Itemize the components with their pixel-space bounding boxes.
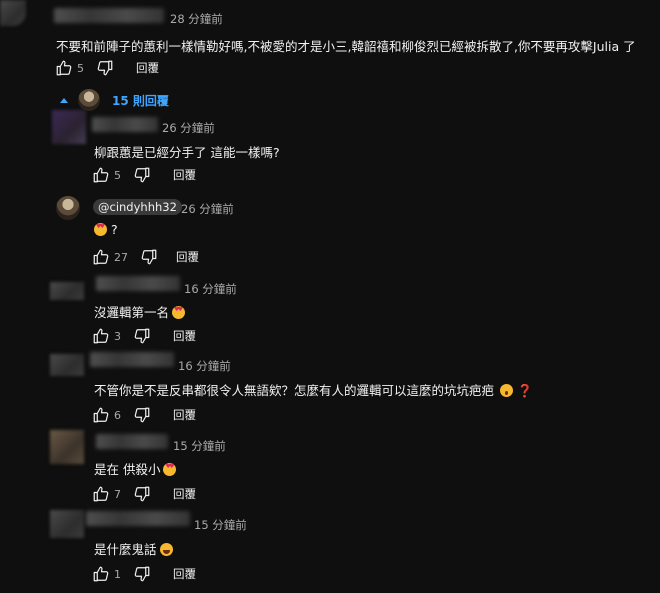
comment-text: 沒邏輯第一名 — [94, 302, 186, 321]
comment-time[interactable]: 16 分鐘前 — [178, 358, 231, 374]
author-name[interactable] — [90, 352, 174, 367]
dislike-icon[interactable] — [133, 166, 151, 184]
comment-time[interactable]: 16 分鐘前 — [184, 281, 237, 297]
like-count: 5 — [77, 61, 84, 75]
like-icon[interactable] — [92, 327, 110, 345]
avatar[interactable] — [52, 110, 86, 144]
like-icon[interactable] — [92, 485, 110, 503]
like-count: 7 — [114, 487, 121, 501]
avatar[interactable] — [50, 354, 84, 376]
heart-eyes-emoji — [94, 223, 107, 236]
reply-button[interactable]: 回覆 — [173, 566, 196, 582]
dislike-icon[interactable] — [96, 59, 114, 77]
reply-button[interactable]: 回覆 — [173, 328, 196, 344]
comment-text: 柳跟蕙是已經分手了 這能一樣嗎? — [94, 145, 280, 160]
like-icon[interactable] — [92, 406, 110, 424]
comment-text: 是什麼鬼話 — [94, 539, 173, 558]
comment-actions: 27 回覆 — [92, 246, 199, 268]
dislike-icon[interactable] — [133, 485, 151, 503]
like-count: 3 — [114, 329, 121, 343]
avatar[interactable] — [56, 196, 80, 220]
like-icon[interactable] — [92, 248, 110, 266]
like-count: 1 — [114, 567, 121, 581]
avatar[interactable] — [50, 430, 84, 464]
heart-eyes-emoji — [163, 463, 177, 476]
avatar[interactable] — [50, 510, 84, 538]
reply-button[interactable]: 回覆 — [176, 249, 199, 265]
comment-text: 是在 供殺小 — [94, 459, 177, 478]
author-name[interactable] — [96, 276, 180, 291]
dislike-icon[interactable] — [140, 248, 158, 266]
comment-time[interactable]: 15 分鐘前 — [194, 517, 247, 533]
comment-time[interactable]: 26 分鐘前 — [162, 120, 215, 136]
reply-button[interactable]: 回覆 — [173, 407, 196, 423]
avatar — [78, 89, 100, 111]
replies-toggle[interactable]: 15 則回覆 — [60, 89, 169, 111]
author-name[interactable] — [86, 511, 190, 526]
comment-actions: 5 回覆 — [55, 57, 159, 79]
like-icon[interactable] — [55, 59, 73, 77]
comment-actions: 1 回覆 — [92, 563, 196, 585]
comment-text: ? — [94, 222, 118, 237]
question-mark-emoji: ❓ — [517, 383, 533, 398]
author-name[interactable] — [96, 434, 168, 449]
like-icon[interactable] — [92, 565, 110, 583]
comment-actions: 5 回覆 — [92, 164, 196, 186]
heart-eyes-emoji — [172, 306, 186, 319]
comment-text: 不要和前陣子的蕙利一樣情勒好嗎,不被愛的才是小三,韓韶禧和柳俊烈已經被拆散了,你… — [56, 39, 636, 54]
comment-time[interactable]: 15 分鐘前 — [173, 438, 226, 454]
dislike-icon[interactable] — [133, 565, 151, 583]
comment-actions: 3 回覆 — [92, 325, 196, 347]
comment-time[interactable]: 28 分鐘前 — [170, 11, 223, 27]
replies-count-label: 15 則回覆 — [112, 93, 169, 108]
laughing-emoji — [159, 543, 173, 556]
comment-actions: 7 回覆 — [92, 483, 196, 505]
chevron-up-icon — [60, 97, 68, 103]
comment-actions: 6 回覆 — [92, 404, 196, 426]
avatar[interactable] — [50, 282, 84, 300]
avatar[interactable] — [0, 0, 26, 26]
reply-button[interactable]: 回覆 — [136, 60, 159, 76]
like-icon[interactable] — [92, 166, 110, 184]
like-count: 5 — [114, 168, 121, 182]
comment-time[interactable]: 26 分鐘前 — [181, 201, 234, 217]
like-count: 6 — [114, 408, 121, 422]
surprised-emoji — [500, 384, 514, 397]
author-name[interactable] — [92, 117, 158, 132]
reply-button[interactable]: 回覆 — [173, 486, 196, 502]
dislike-icon[interactable] — [133, 327, 151, 345]
comment-text: 不管你是不是反串都很令人無語欸？怎麼有人的邏輯可以這麼的坑坑疤疤 ❓ — [94, 383, 533, 398]
reply-button[interactable]: 回覆 — [173, 167, 196, 183]
dislike-icon[interactable] — [133, 406, 151, 424]
like-count: 27 — [114, 250, 128, 264]
author-name[interactable] — [54, 8, 164, 23]
mention-chip[interactable]: @cindyhhh32 — [93, 199, 182, 215]
